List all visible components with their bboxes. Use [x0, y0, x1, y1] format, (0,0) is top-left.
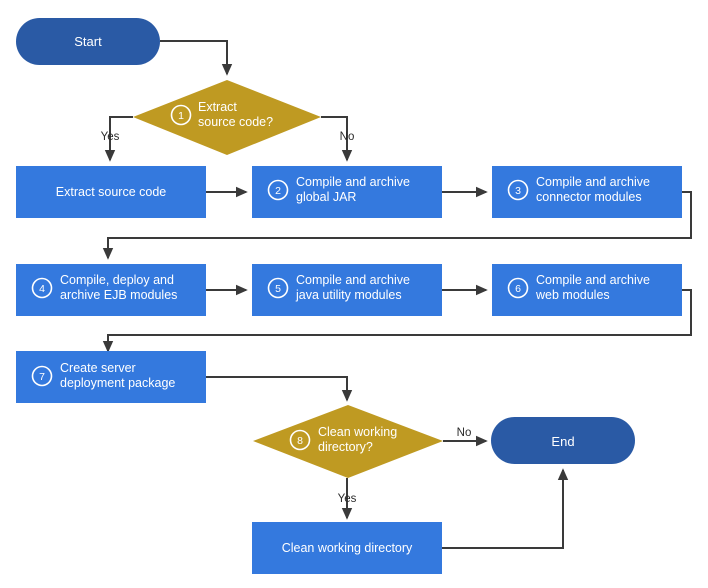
- process3-label-line1: Compile and archive: [536, 175, 650, 189]
- edge-clean-to-end: [442, 468, 569, 549]
- node-process-3-connector-modules[interactable]: 3 Compile and archive connector modules: [492, 166, 682, 218]
- end-label: End: [551, 434, 574, 449]
- process6-label-line2: web modules: [535, 288, 610, 302]
- process2-label-line2: global JAR: [296, 190, 356, 204]
- node-process-2-global-jar[interactable]: 2 Compile and archive global JAR: [252, 166, 442, 218]
- process6-label-line1: Compile and archive: [536, 273, 650, 287]
- node-process-extract-source-code[interactable]: Extract source code: [16, 166, 206, 218]
- edge-label-d8-yes: Yes: [338, 493, 357, 505]
- process-extract-label: Extract source code: [56, 185, 167, 199]
- process3-label-line2: connector modules: [536, 190, 642, 204]
- edge-start-to-d1: [160, 40, 233, 76]
- process7-label-line2: deployment package: [60, 376, 175, 390]
- node-process-6-web-modules[interactable]: 6 Compile and archive web modules: [492, 264, 682, 316]
- process2-step-number: 2: [275, 185, 281, 197]
- process4-label-line1: Compile, deploy and: [60, 273, 174, 287]
- edge-label-d8-no: No: [457, 427, 472, 439]
- node-process-4-ejb-modules[interactable]: 4 Compile, deploy and archive EJB module…: [16, 264, 206, 316]
- decision8-label-line2: directory?: [318, 440, 373, 454]
- flowchart-canvas: Yes No No Yes Start 1 Extract source cod…: [0, 0, 708, 588]
- node-start[interactable]: Start: [16, 18, 160, 65]
- process7-step-number: 7: [39, 371, 45, 383]
- node-decision-clean-working-directory[interactable]: 8 Clean working directory?: [253, 405, 443, 478]
- decision1-label-line2: source code?: [198, 115, 273, 129]
- edge-label-d1-yes: Yes: [101, 131, 120, 143]
- decision1-label-line1: Extract: [198, 100, 237, 114]
- start-label: Start: [74, 34, 102, 49]
- process5-label-line2: java utility modules: [295, 288, 402, 302]
- process-clean-label: Clean working directory: [282, 541, 413, 555]
- node-process-7-server-deployment-package[interactable]: 7 Create server deployment package: [16, 351, 206, 403]
- decision1-step-number: 1: [178, 110, 184, 122]
- process3-step-number: 3: [515, 185, 521, 197]
- flowchart-svg: Yes No No Yes Start 1 Extract source cod…: [16, 18, 692, 574]
- node-decision-extract-source-code[interactable]: 1 Extract source code?: [133, 80, 321, 155]
- node-end[interactable]: End: [491, 417, 635, 464]
- process7-label-line1: Create server: [60, 361, 136, 375]
- node-process-5-java-utility-modules[interactable]: 5 Compile and archive java utility modul…: [252, 264, 442, 316]
- process6-step-number: 6: [515, 283, 521, 295]
- decision8-label-line1: Clean working: [318, 425, 397, 439]
- edge-p7-to-d8: [206, 376, 353, 402]
- decision8-step-number: 8: [297, 435, 303, 447]
- node-process-clean-working-directory[interactable]: Clean working directory: [252, 522, 442, 574]
- process4-step-number: 4: [39, 283, 45, 295]
- edge-label-d1-no: No: [340, 131, 355, 143]
- process5-step-number: 5: [275, 283, 281, 295]
- process5-label-line1: Compile and archive: [296, 273, 410, 287]
- process2-label-line1: Compile and archive: [296, 175, 410, 189]
- process4-label-line2: archive EJB modules: [60, 288, 177, 302]
